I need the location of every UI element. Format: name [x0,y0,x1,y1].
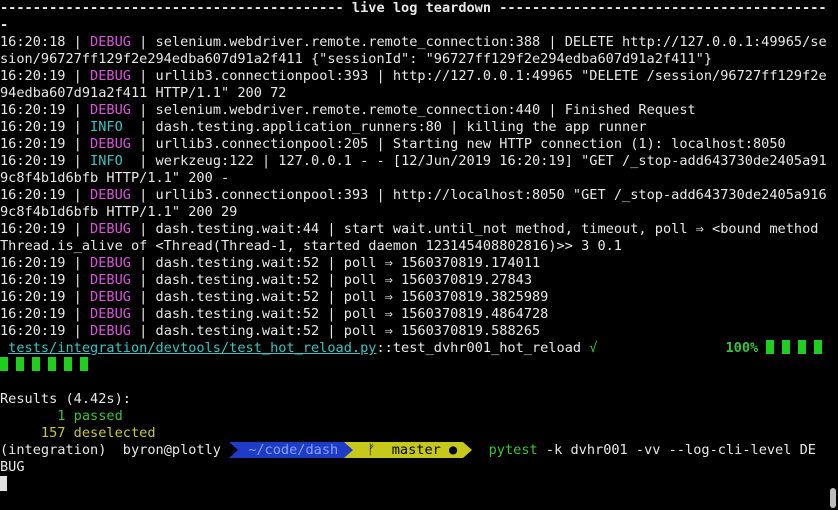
log-line: 16:20:19 | DEBUG | urllib3.connectionpoo… [0,68,826,85]
log-line: 16:20:19 | DEBUG | dash.testing.wait:52 … [0,255,541,271]
test-separator: :: [376,340,393,356]
log-level: DEBUG [90,272,131,288]
prompt-command[interactable]: pytest [489,442,538,458]
prompt-args[interactable]: -k dvhr001 -vv --log-cli-level DE [538,442,816,458]
log-line: 16:20:19 | DEBUG | selenium.webdriver.re… [0,102,696,118]
test-name: test_dvhr001_hot_reload [392,340,582,356]
log-line: 16:20:19 | DEBUG | dash.testing.wait:52 … [0,323,541,339]
results-heading: Results (4.42s): [0,391,131,407]
log-line: 16:20:18 | DEBUG | selenium.webdriver.re… [0,34,826,51]
log-time: 16:20:19 [0,272,66,288]
text-cursor [0,476,7,491]
input-line[interactable] [0,476,826,493]
log-line: 16:20:19 | DEBUG | dash.testing.wait:44 … [0,221,819,237]
prompt-arrow-start [229,442,239,458]
log-level: INFO [90,119,123,135]
log-line: 16:20:19 | DEBUG | dash.testing.wait:52 … [0,306,549,322]
log-time: 16:20:19 [0,68,66,84]
results-deselected: 157 deselected [0,425,156,441]
prompt-user: byron@plotly [122,442,221,458]
log-line-continuation: 9c8f4b1d6bfb HTTP/1.1" 200 - [0,170,230,186]
log-level: DEBUG [90,306,131,322]
log-level: DEBUG [90,255,131,271]
check-icon: √ [581,340,598,356]
log-time: 16:20:19 [0,323,66,339]
log-message: urllib3.connectionpool:205 | Starting ne… [155,136,786,152]
prompt-env: (integration) [0,442,107,458]
progress-bar-tail [0,357,826,374]
log-level: DEBUG [90,323,131,339]
log-level: INFO [90,153,123,169]
prompt-branch-name: master ● [391,442,458,458]
log-message: dash.testing.wait:44 | start wait.until_… [155,221,819,237]
log-level: DEBUG [90,68,131,84]
log-line-continuation: Thread.is_alive of <Thread(Thread-1, sta… [0,238,622,254]
log-message: dash.testing.wait:52 | poll ⇒ 1560370819… [155,255,541,271]
log-message: dash.testing.wait:52 | poll ⇒ 1560370819… [155,289,549,305]
log-line: 16:20:19 | DEBUG | dash.testing.wait:52 … [0,289,549,305]
log-message: urllib3.connectionpool:393 | http://127.… [155,68,826,84]
header-wrap: - [0,17,9,33]
shell-prompt: (integration) byron@plotly ~/code/dash ᚠ … [0,442,826,459]
header-title: live log teardown [351,0,492,16]
log-message: urllib3.connectionpool:393 | http://loca… [155,187,826,203]
log-message: werkzeug:122 | 127.0.0.1 - - [12/Jun/201… [155,153,826,169]
header-dashes-right: ----------------------------------------… [491,0,826,16]
prompt-arrow-mid [344,442,354,458]
log-level: DEBUG [90,221,131,237]
terminal-output: ----------------------------------------… [0,0,826,493]
test-result-line: tests/integration/devtools/test_hot_relo… [0,340,826,357]
prompt-dir: ~/code/dash [238,442,345,458]
log-message: dash.testing.wait:52 | poll ⇒ 1560370819… [155,323,541,339]
prompt-args-wrap[interactable]: BUG [0,459,826,476]
section-header: ----------------------------------------… [0,0,826,17]
log-lines: 16:20:18 | DEBUG | selenium.webdriver.re… [0,34,826,340]
results-passed: 1 passed [0,408,123,424]
log-line: 16:20:19 | DEBUG | urllib3.connectionpoo… [0,187,826,204]
log-message: selenium.webdriver.remote.remote_connect… [155,34,826,50]
log-level: DEBUG [90,102,131,118]
log-time: 16:20:18 [0,34,66,50]
progress-percent: 100% [725,340,759,356]
log-line-continuation: 9c8f4b1d6bfb HTTP/1.1" 200 29 [0,204,238,220]
log-line: 16:20:19 | DEBUG | dash.testing.wait:52 … [0,272,533,288]
log-time: 16:20:19 [0,221,66,237]
log-line-continuation: sion/96727ff129f2e294edba607d91a2f411 {"… [0,51,713,67]
log-message: selenium.webdriver.remote.remote_connect… [155,102,696,118]
test-path-link[interactable]: tests/integration/devtools/test_hot_relo… [8,340,376,356]
scrollbar-thumb[interactable] [830,488,836,508]
log-time: 16:20:19 [0,255,66,271]
log-level: DEBUG [90,34,131,50]
log-line: 16:20:19 | INFO | dash.testing.applicati… [0,119,647,135]
log-level: DEBUG [90,187,131,203]
log-time: 16:20:19 [0,136,66,152]
log-level: DEBUG [90,289,131,305]
log-time: 16:20:19 [0,187,66,203]
progress-bar-head [766,340,826,356]
prompt-arrow-end [463,442,473,458]
log-time: 16:20:19 [0,102,66,118]
header-dashes-left: ----------------------------------------… [0,0,352,16]
log-level: DEBUG [90,136,131,152]
log-time: 16:20:19 [0,119,66,135]
prompt-branch: ᚠ master ● [353,442,464,458]
log-line: 16:20:19 | DEBUG | urllib3.connectionpoo… [0,136,786,152]
log-time: 16:20:19 [0,306,66,322]
log-message: dash.testing.application_runners:80 | ki… [155,119,647,135]
log-message: dash.testing.wait:52 | poll ⇒ 1560370819… [155,272,533,288]
log-time: 16:20:19 [0,153,66,169]
log-line-continuation: 94edba607d91a2f411 HTTP/1.1" 200 72 [0,85,287,101]
log-time: 16:20:19 [0,289,66,305]
log-line: 16:20:19 | INFO | werkzeug:122 | 127.0.0… [0,153,826,170]
log-message: dash.testing.wait:52 | poll ⇒ 1560370819… [155,306,549,322]
